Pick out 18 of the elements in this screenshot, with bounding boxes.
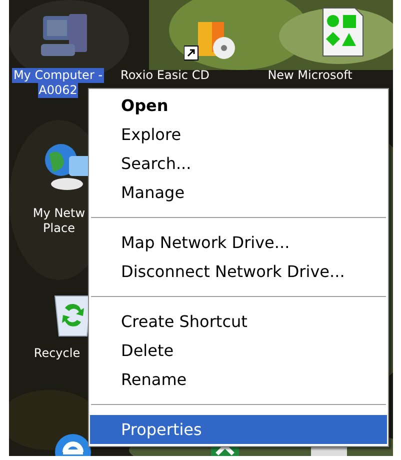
- menu-item[interactable]: Delete: [90, 336, 387, 365]
- menu-item[interactable]: Open: [90, 91, 387, 120]
- menu-item[interactable]: Manage: [90, 178, 387, 207]
- menu-item[interactable]: Map Network Drive...: [90, 228, 387, 257]
- menu-item[interactable]: Properties: [90, 415, 387, 444]
- menu-item[interactable]: Rename: [90, 365, 387, 394]
- menu-item[interactable]: Create Shortcut: [90, 307, 387, 336]
- icon-label[interactable]: My Netw: [32, 206, 86, 221]
- menu-item[interactable]: Explore: [90, 120, 387, 149]
- icon-label[interactable]: Place: [42, 221, 76, 236]
- icon-label[interactable]: Roxio Easic CD: [120, 68, 210, 83]
- document-icon[interactable]: [321, 6, 365, 58]
- icon-label[interactable]: New Microsoft: [266, 68, 354, 83]
- menu-item[interactable]: Disconnect Network Drive...: [90, 257, 387, 286]
- icon-label[interactable]: Recycle: [32, 346, 82, 361]
- icon-label[interactable]: A0062: [38, 83, 78, 98]
- menu-item[interactable]: Search...: [90, 149, 387, 178]
- icon-label[interactable]: My Computer -: [12, 68, 104, 83]
